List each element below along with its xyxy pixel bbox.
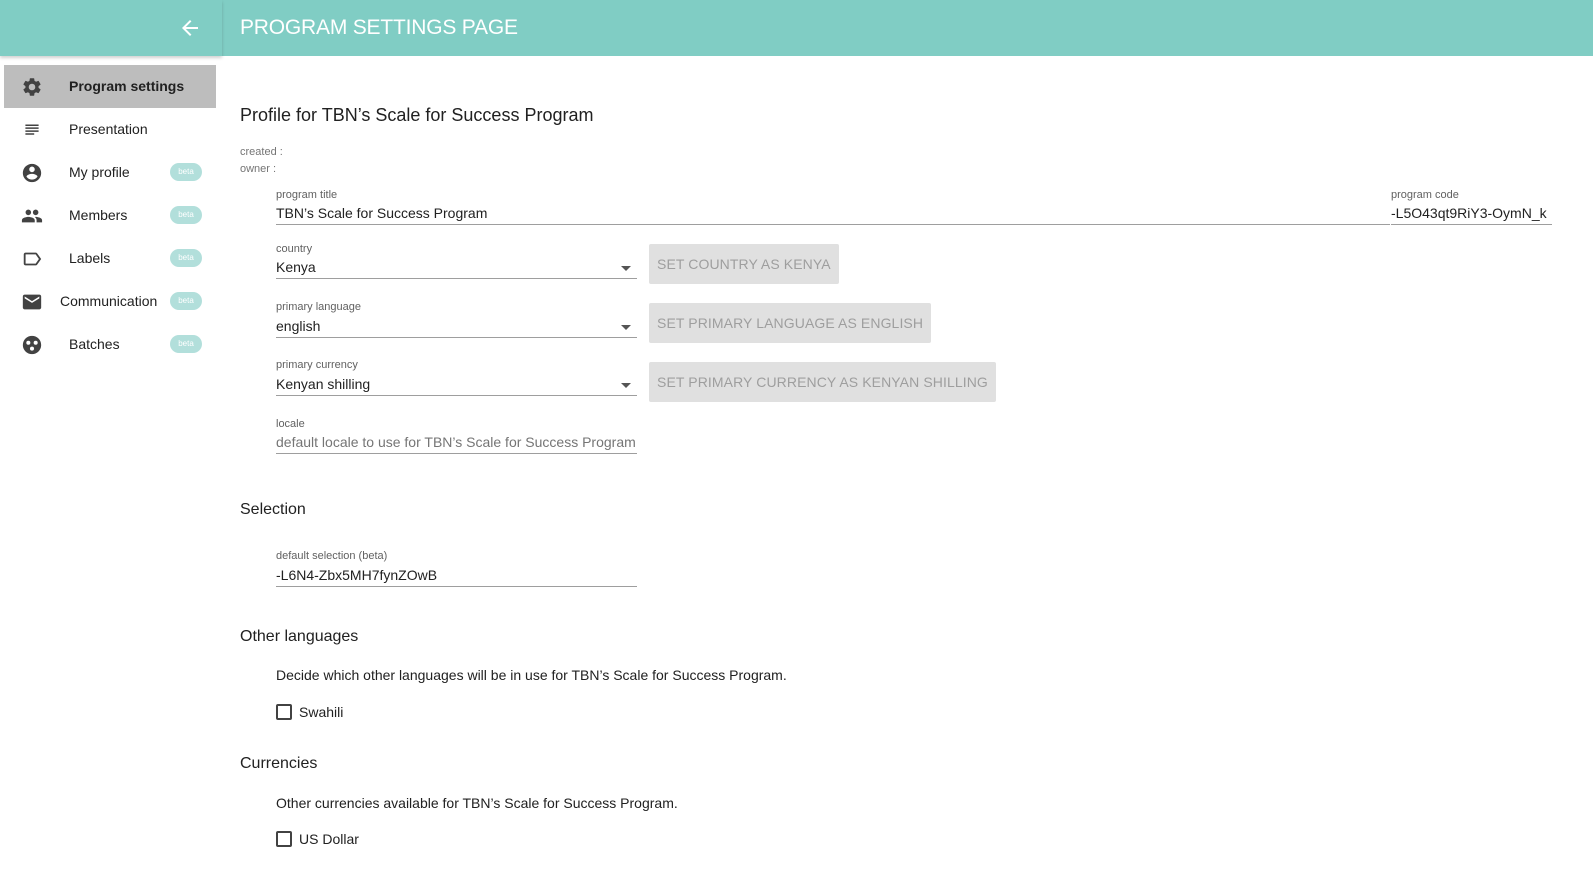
primary-currency-select[interactable]: Kenyan shilling: [276, 373, 637, 396]
sidebar-item-label: Batches: [69, 336, 120, 352]
selection-heading: Selection: [240, 501, 306, 518]
us-dollar-checkbox[interactable]: [276, 831, 292, 847]
label-icon: [23, 252, 42, 266]
dropdown-arrow-icon: [621, 266, 631, 271]
lines-icon: [25, 124, 39, 135]
swahili-label: Swahili: [299, 704, 344, 720]
arrow-back-icon: [182, 20, 198, 36]
sidebar-header: [0, 0, 222, 56]
beta-badge: beta: [170, 292, 202, 310]
swahili-checkbox[interactable]: [276, 704, 292, 720]
program-title-input[interactable]: TBN’s Scale for Success Program: [276, 202, 1390, 225]
owner-label: owner :: [240, 163, 277, 175]
primary-currency-label: primary currency: [276, 359, 358, 371]
page-title: PROGRAM SETTINGS PAGE: [240, 16, 518, 39]
set-country-button[interactable]: SET COUNTRY AS KENYA: [649, 244, 839, 284]
currencies-description: Other currencies available for TBN’s Sca…: [276, 795, 678, 811]
sidebar-item-members[interactable]: Members beta: [4, 194, 216, 237]
beta-badge: beta: [170, 163, 202, 181]
beta-badge: beta: [170, 335, 202, 353]
locale-label: locale: [276, 418, 305, 430]
sidebar-item-label: Program settings: [69, 78, 185, 94]
primary-language-value: english: [276, 318, 321, 334]
country-select[interactable]: Kenya: [276, 256, 637, 279]
default-selection-input[interactable]: -L6N4-Zbx5MH7fynZOwB: [276, 564, 637, 587]
program-code-label: program code: [1391, 189, 1459, 201]
program-title-label: program title: [276, 189, 338, 201]
primary-language-select[interactable]: english: [276, 315, 637, 338]
sidebar-item-label: My profile: [69, 164, 130, 180]
app-header: PROGRAM SETTINGS PAGE: [0, 0, 1593, 56]
country-value: Kenya: [276, 259, 316, 275]
sidebar-item-my-profile[interactable]: My profile beta: [4, 151, 216, 194]
back-button[interactable]: [178, 16, 202, 40]
set-primary-language-button[interactable]: SET PRIMARY LANGUAGE AS ENGLISH: [649, 303, 932, 343]
other-languages-description: Decide which other languages will be in …: [276, 667, 787, 683]
other-languages-heading: Other languages: [240, 628, 359, 645]
batches-icon: [22, 335, 42, 355]
program-code-input[interactable]: -L5O43qt9RiY3-OymN_k: [1391, 202, 1552, 225]
us-dollar-label: US Dollar: [299, 831, 359, 847]
set-primary-currency-button[interactable]: SET PRIMARY CURRENCY AS KENYAN SHILLING: [649, 362, 996, 402]
people-icon: [21, 209, 43, 223]
mail-icon: [22, 294, 42, 310]
sidebar-item-batches[interactable]: Batches beta: [4, 323, 216, 366]
sidebar-item-label: Labels: [69, 250, 111, 266]
beta-badge: beta: [170, 206, 202, 224]
primary-language-label: primary language: [276, 301, 361, 313]
primary-currency-value: Kenyan shilling: [276, 376, 371, 392]
sidebar-item-communication[interactable]: Communication beta: [4, 280, 216, 323]
profile-heading: Profile for TBN’s Scale for Success Prog…: [240, 105, 594, 125]
currencies-heading: Currencies: [240, 755, 318, 772]
gear-icon: [23, 78, 41, 96]
country-label: country: [276, 243, 313, 255]
dropdown-arrow-icon: [621, 383, 631, 388]
default-selection-label: default selection (beta): [276, 550, 388, 562]
sidebar-item-label: Members: [69, 207, 128, 223]
sidebar-item-labels[interactable]: Labels beta: [4, 237, 216, 280]
dropdown-arrow-icon: [621, 325, 631, 330]
beta-badge: beta: [170, 249, 202, 267]
account-circle-icon: [22, 163, 42, 183]
sidebar-item-label: Communication: [60, 293, 158, 309]
sidebar-nav: Program settings Presentation My profile…: [4, 65, 216, 366]
sidebar-item-label: Presentation: [69, 121, 148, 137]
created-label: created :: [240, 146, 283, 158]
sidebar-item-program-settings[interactable]: Program settings: [4, 65, 216, 108]
sidebar-item-presentation[interactable]: Presentation: [4, 108, 216, 151]
locale-input[interactable]: default locale to use for TBN’s Scale fo…: [276, 431, 637, 454]
